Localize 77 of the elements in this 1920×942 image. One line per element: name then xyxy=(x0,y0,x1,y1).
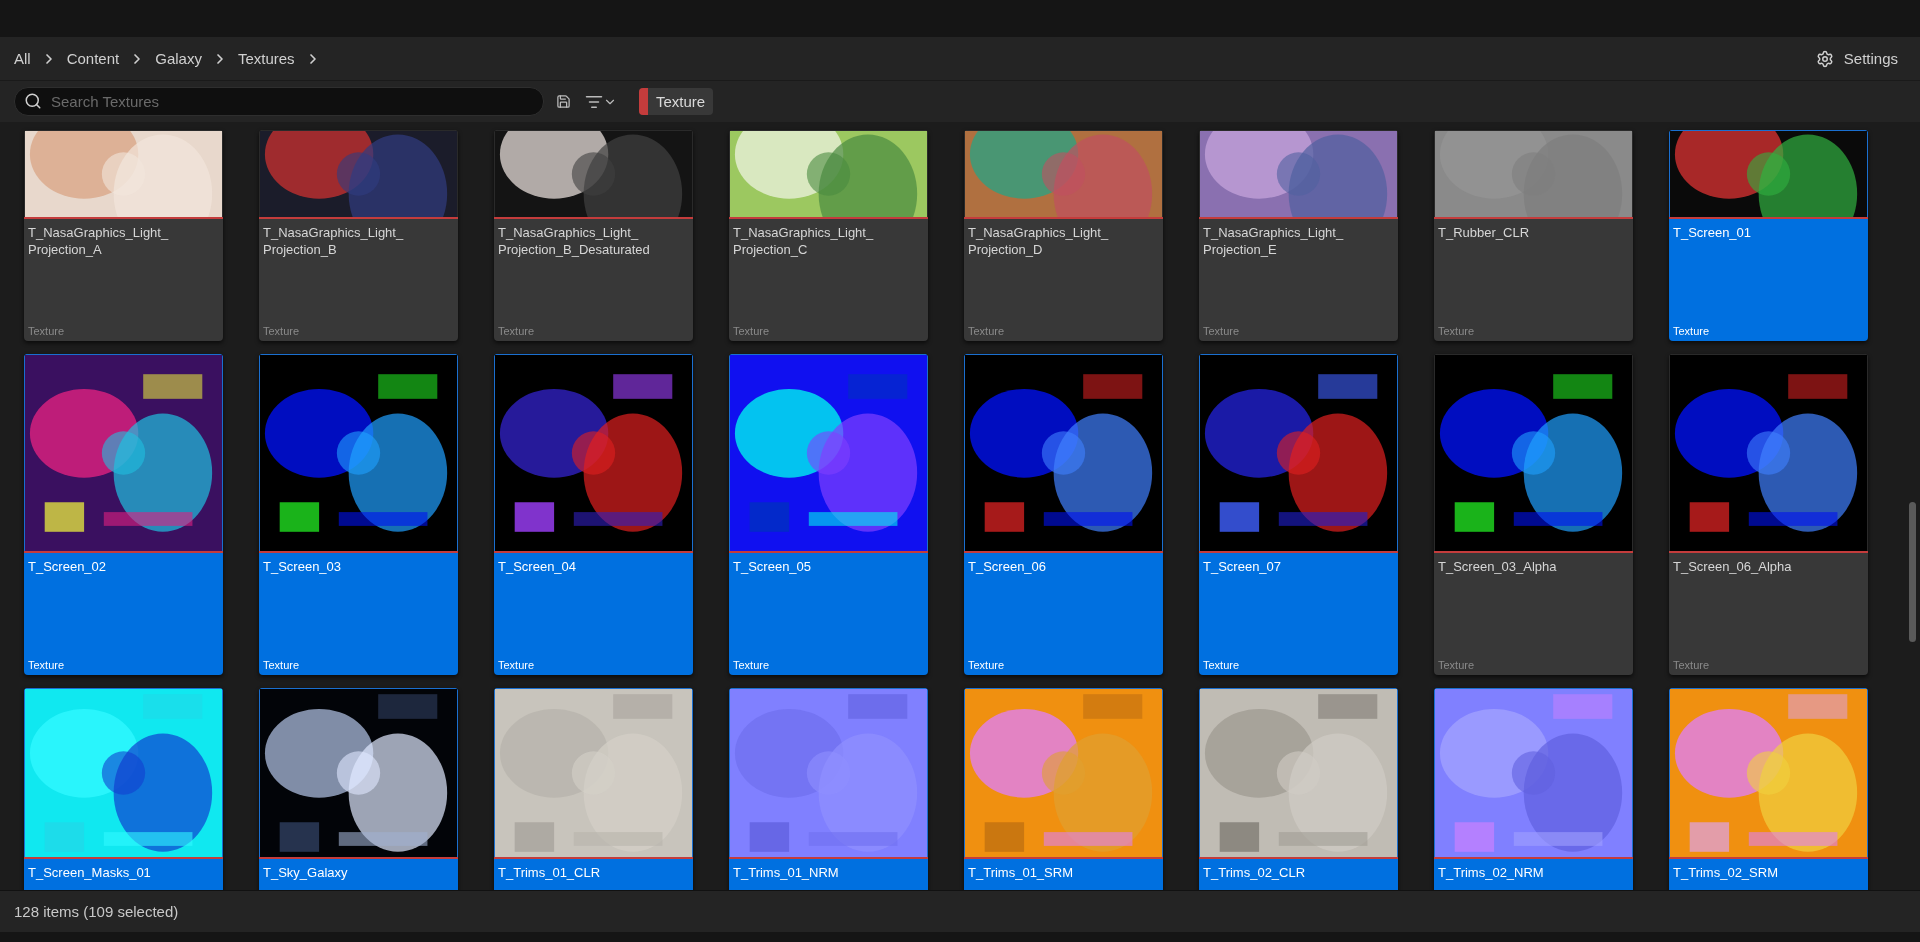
settings-button[interactable]: Settings xyxy=(1809,48,1904,69)
asset-type: Texture xyxy=(498,325,536,337)
asset-name: T_Sky_Galaxy xyxy=(263,864,349,881)
settings-icon xyxy=(1815,49,1834,68)
asset-type: Texture xyxy=(1438,659,1476,671)
asset-name: T_Trims_02_SRM xyxy=(1673,864,1779,881)
asset-tile[interactable]: T_Screen_Masks_01 xyxy=(24,688,223,890)
asset-name: T_Rubber_CLR xyxy=(1438,224,1531,241)
asset-tile[interactable]: T_Screen_03 Texture xyxy=(259,354,458,675)
asset-tile[interactable]: T_Screen_05 Texture xyxy=(729,354,928,675)
asset-name: T_Screen_02 xyxy=(28,558,108,575)
asset-type: Texture xyxy=(28,659,66,671)
asset-tile[interactable]: T_NasaGraphics_Light_ Projection_A Texture xyxy=(24,130,223,341)
asset-tile[interactable]: T_Trims_01_SRM xyxy=(964,688,1163,890)
asset-type: Texture xyxy=(1438,325,1476,337)
breadcrumb-link[interactable]: Content xyxy=(66,50,120,67)
asset-tile[interactable]: T_Trims_02_SRM xyxy=(1669,688,1868,890)
asset-tile[interactable]: T_Trims_02_NRM xyxy=(1434,688,1633,890)
asset-type: Texture xyxy=(263,325,301,337)
asset-name: T_NasaGraphics_Light_ Projection_E xyxy=(1203,224,1345,258)
asset-tile[interactable]: T_Screen_06 Texture xyxy=(964,354,1163,675)
save-search-button[interactable] xyxy=(554,92,573,111)
asset-name: T_Trims_01_CLR xyxy=(498,864,602,881)
asset-tile[interactable]: T_Screen_01 Texture xyxy=(1669,130,1868,341)
asset-name: T_Trims_01_NRM xyxy=(733,864,840,881)
asset-tile[interactable]: T_NasaGraphics_Light_ Projection_D Texture xyxy=(964,130,1163,341)
asset-name: T_Trims_01_SRM xyxy=(968,864,1074,881)
asset-name: T_Screen_01 xyxy=(1673,224,1753,241)
asset-tile[interactable]: T_Screen_07 Texture xyxy=(1199,354,1398,675)
asset-name: T_NasaGraphics_Light_ Projection_A xyxy=(28,224,170,258)
breadcrumb-link[interactable]: Galaxy xyxy=(155,50,202,67)
search-field[interactable]: Search Textures xyxy=(14,87,544,116)
asset-type: Texture xyxy=(968,659,1006,671)
asset-name: T_Screen_06 xyxy=(968,558,1048,575)
asset-name: T_Screen_04 xyxy=(498,558,578,575)
asset-name: T_Screen_03_Alpha xyxy=(1438,558,1558,575)
asset-type: Texture xyxy=(1673,659,1711,671)
asset-tile[interactable]: T_NasaGraphics_Light_ Projection_E Texture xyxy=(1199,130,1398,341)
asset-type: Texture xyxy=(1673,325,1711,337)
asset-type: Texture xyxy=(28,325,66,337)
asset-name: T_Screen_03 xyxy=(263,558,343,575)
save-icon xyxy=(556,94,571,109)
breadcrumb-link[interactable]: Textures xyxy=(237,50,295,67)
asset-name: T_Trims_02_NRM xyxy=(1438,864,1545,881)
asset-tile[interactable]: T_Screen_03_Alpha Texture xyxy=(1434,354,1633,675)
asset-type: Texture xyxy=(733,659,771,671)
filter-chip[interactable]: Texture xyxy=(639,88,714,115)
asset-name: T_Screen_05 xyxy=(733,558,813,575)
asset-tile[interactable]: T_Screen_04 Texture xyxy=(494,354,693,675)
asset-name: T_NasaGraphics_Light_ Projection_C xyxy=(733,224,875,258)
asset-name: T_NasaGraphics_Light_ Projection_B xyxy=(263,224,405,258)
asset-name: T_Screen_06_Alpha xyxy=(1673,558,1793,575)
asset-name: T_Screen_07 xyxy=(1203,558,1283,575)
asset-tile[interactable]: T_Rubber_CLR Texture xyxy=(1434,130,1633,341)
scrollbar-thumb[interactable] xyxy=(1908,502,1916,642)
asset-type: Texture xyxy=(968,325,1006,337)
asset-tile[interactable]: T_NasaGraphics_Light_ Projection_B_Desaturated Texture xyxy=(494,130,693,341)
breadcrumb-link[interactable]: All xyxy=(14,50,31,67)
asset-tile[interactable]: T_Trims_01_NRM xyxy=(729,688,928,890)
asset-type: Texture xyxy=(733,325,771,337)
asset-tile[interactable]: T_Sky_Galaxy xyxy=(259,688,458,890)
search-icon xyxy=(24,92,42,110)
asset-tile[interactable]: T_Screen_02 Texture xyxy=(24,354,223,675)
asset-tile[interactable]: T_Trims_02_CLR xyxy=(1199,688,1398,890)
asset-tile[interactable]: T_Screen_06_Alpha Texture xyxy=(1669,354,1868,675)
asset-name: T_NasaGraphics_Light_ Projection_B_Desaturated xyxy=(498,224,651,258)
asset-tile[interactable]: T_Trims_01_CLR xyxy=(494,688,693,890)
asset-tile[interactable]: T_NasaGraphics_Light_ Projection_C Texture xyxy=(729,130,928,341)
asset-type: Texture xyxy=(498,659,536,671)
asset-name: T_NasaGraphics_Light_ Projection_D xyxy=(968,224,1110,258)
asset-type: Texture xyxy=(1203,659,1241,671)
status-text: 128 items (109 selected) xyxy=(14,903,179,920)
asset-type: Texture xyxy=(263,659,301,671)
asset-tile[interactable]: T_NasaGraphics_Light_ Projection_B Texture xyxy=(259,130,458,341)
asset-name: T_Screen_Masks_01 xyxy=(28,864,152,881)
asset-type: Texture xyxy=(1203,325,1241,337)
asset-name: T_Trims_02_CLR xyxy=(1203,864,1307,881)
